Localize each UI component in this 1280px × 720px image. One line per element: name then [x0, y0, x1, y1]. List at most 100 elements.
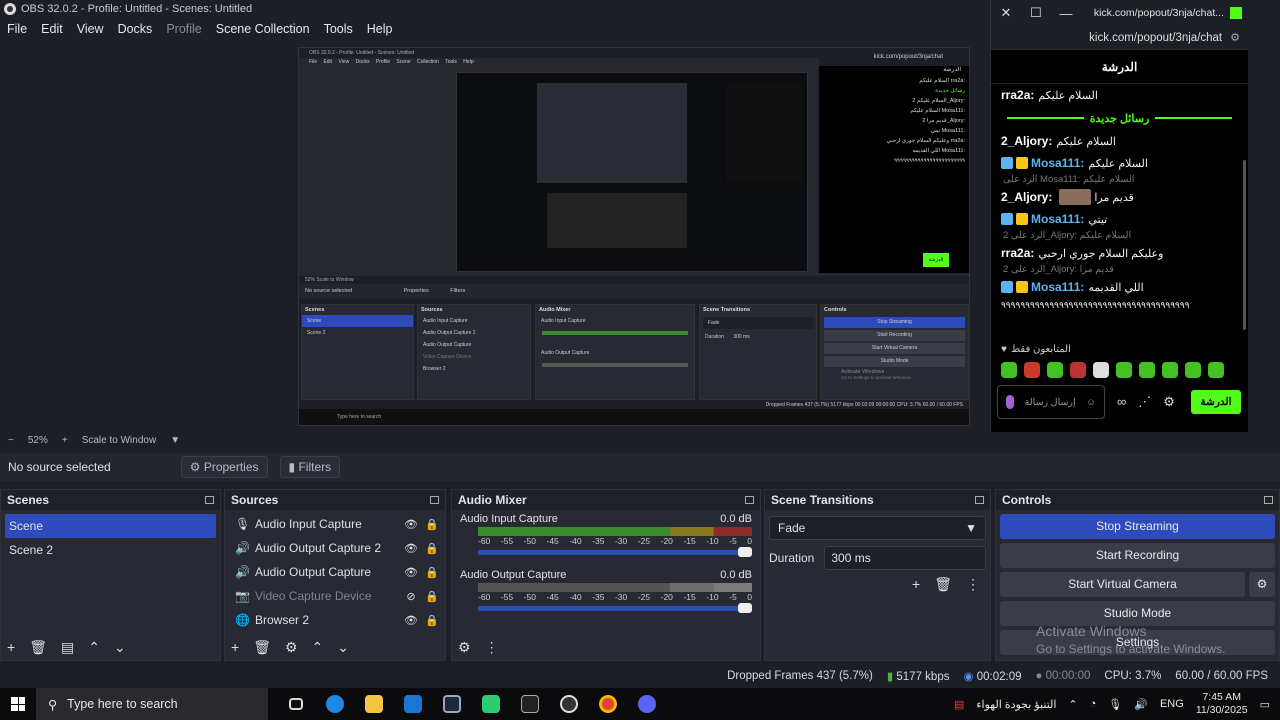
chat-username[interactable]: rra2a:: [1001, 88, 1034, 102]
send-button[interactable]: الدرشة: [1191, 390, 1241, 414]
chevron-up-icon[interactable]: ⌃: [1068, 698, 1077, 711]
emote-icon[interactable]: [1208, 362, 1224, 378]
menu-scene-collection[interactable]: Scene Collection: [216, 22, 310, 36]
more-icon[interactable]: ⋮: [966, 576, 980, 593]
filters-button[interactable]: ▮ Filters: [279, 456, 341, 478]
eye-icon[interactable]: 👁: [403, 566, 419, 579]
outlook-icon[interactable]: [393, 688, 432, 720]
volume-slider[interactable]: [478, 603, 752, 613]
network-icon[interactable]: ◔: [1090, 698, 1097, 710]
scene-item[interactable]: Scene 2: [1, 538, 220, 562]
menu-edit[interactable]: Edit: [41, 22, 63, 36]
scale-mode[interactable]: Scale to Window: [82, 435, 156, 446]
lock-icon[interactable]: 🔒: [424, 518, 440, 531]
source-item[interactable]: 🌐 Browser 2 👁 🔒: [225, 608, 445, 632]
add-icon[interactable]: +: [912, 576, 920, 593]
minimize-icon[interactable]: —: [1051, 6, 1081, 21]
site-settings-icon[interactable]: ⚙: [1230, 31, 1240, 44]
app-icon[interactable]: [471, 688, 510, 720]
scene-item[interactable]: Scene: [5, 514, 216, 538]
emote-icon[interactable]: [1139, 362, 1155, 378]
arrow-up-icon[interactable]: ⌃: [88, 639, 100, 656]
virtual-camera-settings-icon[interactable]: ⚙: [1249, 572, 1275, 597]
float-icon[interactable]: [1264, 496, 1273, 504]
emote-icon[interactable]: [1070, 362, 1086, 378]
edge-icon[interactable]: [315, 688, 354, 720]
lock-icon[interactable]: 🔒: [424, 566, 440, 579]
add-icon[interactable]: +: [7, 639, 15, 655]
emote-icon[interactable]: [1093, 362, 1109, 378]
eye-icon[interactable]: 👁: [403, 518, 419, 531]
clock[interactable]: 7:45 AM 11/30/2025: [1196, 691, 1248, 717]
gear-icon[interactable]: ⚙: [1163, 394, 1175, 410]
volume-icon[interactable]: 🔊: [1134, 698, 1148, 711]
float-icon[interactable]: [430, 496, 439, 504]
menu-tools[interactable]: Tools: [324, 22, 353, 36]
mic-icon[interactable]: [1006, 395, 1014, 409]
lock-icon[interactable]: 🔒: [424, 590, 440, 603]
trash-icon[interactable]: 🗑: [29, 639, 47, 656]
eye-icon[interactable]: 👁: [403, 542, 419, 555]
source-item[interactable]: 🔊 Audio Output Capture 2 👁 🔒: [225, 536, 445, 560]
chrome-icon[interactable]: [588, 688, 627, 720]
program-preview[interactable]: OBS 32.0.2 - Profile: Untitled - Scenes:…: [298, 47, 970, 426]
trash-icon[interactable]: 🗑: [253, 639, 271, 656]
menu-help[interactable]: Help: [367, 22, 393, 36]
notifications-icon[interactable]: ▭: [1260, 698, 1270, 711]
source-item[interactable]: 🔊 Audio Output Capture 👁 🔒: [225, 560, 445, 584]
gear-icon[interactable]: ⚙: [285, 639, 298, 656]
zoom-in-icon[interactable]: +: [62, 435, 68, 446]
zoom-out-icon[interactable]: −: [8, 435, 14, 446]
trash-icon[interactable]: 🗑: [934, 576, 952, 593]
chevron-down-icon[interactable]: ▼: [170, 435, 180, 446]
file-explorer-icon[interactable]: [354, 688, 393, 720]
add-icon[interactable]: +: [231, 639, 239, 655]
start-recording-button[interactable]: Start Recording: [1000, 543, 1275, 568]
task-view-icon[interactable]: [276, 688, 315, 720]
arrow-down-icon[interactable]: ⌄: [337, 639, 349, 656]
share-icon[interactable]: ⋰: [1138, 394, 1151, 410]
menu-view[interactable]: View: [77, 22, 104, 36]
arrow-down-icon[interactable]: ⌄: [114, 639, 126, 656]
transition-select[interactable]: Fade ▼: [769, 516, 986, 540]
eye-hidden-icon[interactable]: ⊘: [403, 590, 419, 603]
emote-icon[interactable]: [1001, 362, 1017, 378]
volume-slider[interactable]: [478, 547, 752, 557]
chat-message-input[interactable]: إرسال رسالة ☺: [997, 385, 1105, 419]
chat-username[interactable]: Mosa111:: [1031, 212, 1084, 226]
gear-icon[interactable]: ⚙: [458, 639, 471, 656]
chat-username[interactable]: 2_Aljory:: [1001, 190, 1052, 204]
eye-icon[interactable]: 👁: [403, 614, 419, 627]
maximize-icon[interactable]: ☐: [1021, 5, 1051, 21]
emote-icon[interactable]: [1024, 362, 1040, 378]
emoji-icon[interactable]: ☺: [1086, 397, 1096, 408]
mic-tray-icon[interactable]: 🎙: [1108, 698, 1122, 711]
lock-icon[interactable]: 🔒: [424, 614, 440, 627]
infinity-icon[interactable]: ∞: [1117, 394, 1126, 410]
start-virtual-camera-button[interactable]: Start Virtual Camera: [1000, 572, 1245, 597]
language-indicator[interactable]: ENG: [1160, 698, 1184, 710]
chat-username[interactable]: 2_Aljory:: [1001, 134, 1052, 148]
chat-url-bar[interactable]: kick.com/popout/3nja/chat ⚙: [991, 26, 1248, 50]
chat-scrollbar[interactable]: [1243, 160, 1246, 330]
obs-icon[interactable]: [549, 688, 588, 720]
emote-icon[interactable]: [1162, 362, 1178, 378]
chat-username[interactable]: Mosa111:: [1031, 280, 1084, 294]
source-item[interactable]: 🎙 Audio Input Capture 👁 🔒: [225, 512, 445, 536]
steam-icon[interactable]: [432, 688, 471, 720]
menu-file[interactable]: File: [7, 22, 27, 36]
stop-streaming-button[interactable]: Stop Streaming: [1000, 514, 1275, 539]
epic-games-icon[interactable]: [510, 688, 549, 720]
menu-profile[interactable]: Profile: [166, 22, 201, 36]
start-button[interactable]: [0, 688, 36, 720]
filter-icon[interactable]: ▤: [61, 639, 74, 656]
lock-icon[interactable]: 🔒: [424, 542, 440, 555]
float-icon[interactable]: [975, 496, 984, 504]
weather-text[interactable]: التنبؤ بجودة الهواء: [976, 698, 1056, 711]
taskbar-search[interactable]: ⚲ Type here to search: [36, 688, 268, 720]
discord-icon[interactable]: [627, 688, 666, 720]
more-icon[interactable]: ⋮: [485, 639, 499, 656]
source-item[interactable]: 📷 Video Capture Device ⊘ 🔒: [225, 584, 445, 608]
chat-username[interactable]: Mosa111:: [1031, 156, 1084, 170]
float-icon[interactable]: [205, 496, 214, 504]
